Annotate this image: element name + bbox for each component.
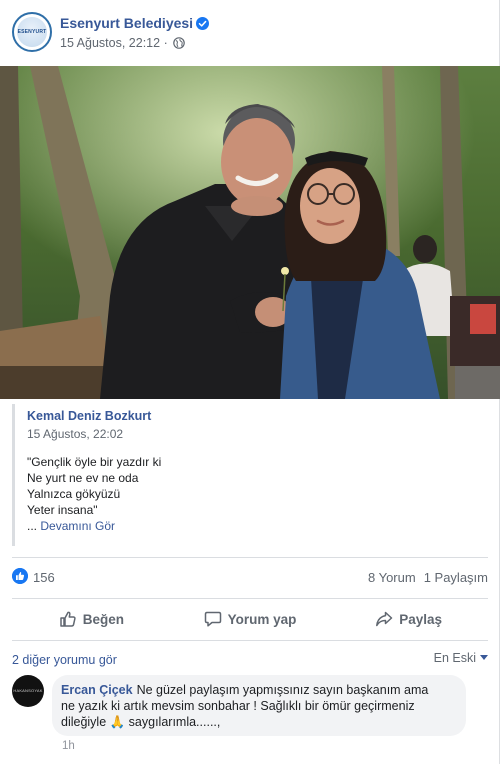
comment-text-part: Ne güzel paylaşım yapmışsınız sayın başk… xyxy=(136,683,429,697)
comment-text-line: Ercan Çiçek Ne güzel paylaşım yapmışsınız… xyxy=(61,682,456,698)
see-more-link[interactable]: Devamını Gör xyxy=(40,519,115,533)
chevron-down-icon xyxy=(480,655,488,660)
shared-text-line: Yeter insana" xyxy=(27,503,98,517)
page-name-link[interactable]: Esenyurt Belediyesi xyxy=(60,15,193,31)
facebook-post-card: ESENYURT Esenyurt Belediyesi 15 Ağustos,… xyxy=(0,0,500,764)
shared-post: Kemal Deniz Bozkurt 15 Ağustos, 22:02 "G… xyxy=(12,404,488,546)
comment-author-link[interactable]: Ercan Çiçek xyxy=(61,683,133,697)
action-bar: Beğen Yorum yap Paylaş xyxy=(12,603,488,635)
share-button-label: Paylaş xyxy=(399,611,443,627)
comment-icon xyxy=(204,611,221,627)
divider xyxy=(12,557,488,558)
shared-text-line: Ne yurt ne ev ne oda xyxy=(27,471,139,485)
commenter-avatar[interactable]: HAKANSOYAK xyxy=(12,675,44,707)
like-reaction-icon[interactable] xyxy=(12,568,28,584)
comment-sort-label: En Eski xyxy=(433,651,476,665)
comment-text-line: ne yazık ki artık mevsim sonbahar ! Sağl… xyxy=(61,699,415,713)
post-header: ESENYURT Esenyurt Belediyesi 15 Ağustos,… xyxy=(12,12,488,56)
comment-bubble: Ercan Çiçek Ne güzel paylaşım yapmışsınız… xyxy=(52,675,466,736)
comment-button-label: Yorum yap xyxy=(227,611,297,627)
divider xyxy=(12,598,488,599)
commenter-avatar-text: HAKANSOYAK xyxy=(13,688,43,693)
shared-text-line: Yalnızca gökyüzü xyxy=(27,487,121,501)
shared-text: "Gençlik öyle bir yazdır ki Ne yurt ne e… xyxy=(27,454,161,534)
comment-timestamp[interactable]: 1h xyxy=(62,740,75,752)
share-button[interactable]: Paylaş xyxy=(329,603,488,635)
page-avatar[interactable]: ESENYURT xyxy=(12,12,52,52)
comment-count[interactable]: 8 Yorum xyxy=(368,570,416,585)
photo-illustration xyxy=(0,66,500,399)
comments-header: 2 diğer yorumu gör En Eski xyxy=(12,651,488,669)
post-meta: 15 Ağustos, 22:12 · xyxy=(60,36,186,50)
divider xyxy=(12,640,488,641)
page-logo-text: ESENYURT xyxy=(17,29,47,35)
comment-sort-dropdown[interactable]: En Eski xyxy=(434,651,488,665)
share-icon xyxy=(376,611,393,627)
ellipsis: ... xyxy=(27,519,38,533)
globe-icon xyxy=(173,37,186,49)
shared-text-line: "Gençlik öyle bir yazdır ki xyxy=(27,455,162,469)
verified-badge-icon xyxy=(196,17,210,30)
view-more-comments-link[interactable]: 2 diğer yorumu gör xyxy=(12,653,117,667)
shared-date[interactable]: 15 Ağustos, 22:02 xyxy=(27,427,123,441)
comment-text-line: dileğiyle 🙏 saygılarımla......, xyxy=(61,715,221,729)
thumbs-up-icon xyxy=(59,611,76,627)
post-photo[interactable] xyxy=(0,66,500,399)
share-count[interactable]: 1 Paylaşım xyxy=(424,570,488,585)
reactions-bar: 156 8 Yorum 1 Paylaşım xyxy=(12,566,488,588)
shared-author-link[interactable]: Kemal Deniz Bozkurt xyxy=(27,409,151,423)
engagement-counts: 8 Yorum 1 Paylaşım xyxy=(368,570,488,585)
post-date[interactable]: 15 Ağustos, 22:12 xyxy=(60,36,160,50)
like-button[interactable]: Beğen xyxy=(12,603,171,635)
like-count[interactable]: 156 xyxy=(33,570,55,585)
like-button-label: Beğen xyxy=(82,611,124,627)
comment-button[interactable]: Yorum yap xyxy=(171,603,330,635)
